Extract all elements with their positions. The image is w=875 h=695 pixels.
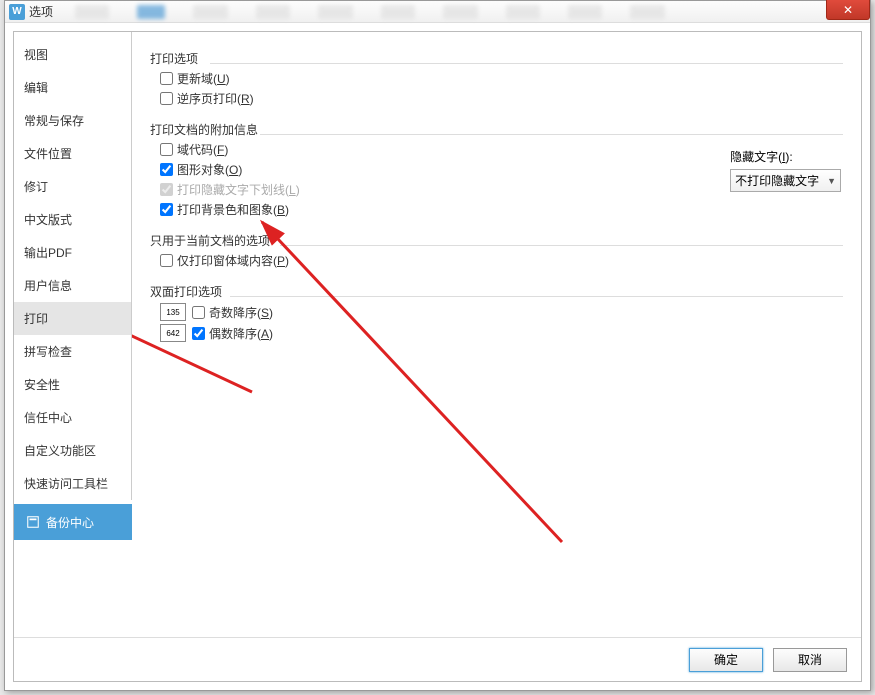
checkbox-label: 逆序页打印(R) [177, 90, 254, 107]
hidden-text-dropdown[interactable]: 不打印隐藏文字 ▼ [730, 169, 841, 192]
section-duplex-title: 双面打印选项 [150, 283, 843, 300]
sidebar-item-10[interactable]: 安全性 [14, 368, 131, 401]
checkbox[interactable] [160, 203, 173, 216]
section-print-options-title: 打印选项 [150, 50, 843, 67]
checkbox-label: 偶数降序(A) [209, 325, 273, 342]
checkbox-label: 域代码(F) [177, 141, 228, 158]
sidebar-item-13[interactable]: 快速访问工具栏 [14, 467, 131, 500]
hidden-text-group: 隐藏文字(I): 不打印隐藏文字 ▼ [730, 148, 841, 192]
backup-icon [26, 515, 40, 529]
sidebar-item-4[interactable]: 修订 [14, 170, 131, 203]
checkbox[interactable] [160, 254, 173, 267]
checkbox-label: 更新域(U) [177, 70, 230, 87]
window-title: 选项 [29, 3, 53, 20]
divider [280, 245, 843, 246]
settings-panel: 打印选项 更新域(U) 逆序页打印(R) 打印文档的附加信息 域代码(F) 图形对象… [132, 32, 861, 637]
content-area: 视图编辑常规与保存文件位置修订中文版式输出PDF用户信息打印拼写检查安全性信任中… [13, 31, 862, 682]
checkbox[interactable] [160, 163, 173, 176]
checkbox[interactable] [160, 72, 173, 85]
app-icon: W [9, 4, 25, 20]
chevron-down-icon: ▼ [827, 176, 836, 186]
section-duplex: 135 奇数降序(S) 642 偶数降序(A) [150, 303, 843, 342]
sidebar-item-12[interactable]: 自定义功能区 [14, 434, 131, 467]
backup-center-button[interactable]: 备份中心 [14, 504, 132, 540]
sidebar-wrap: 视图编辑常规与保存文件位置修订中文版式输出PDF用户信息打印拼写检查安全性信任中… [14, 32, 132, 637]
annotation-arrow-2 [232, 212, 632, 612]
option-row: 逆序页打印(R) [160, 90, 843, 107]
footer: 确定 取消 [14, 637, 861, 681]
cancel-button[interactable]: 取消 [773, 648, 847, 672]
close-button[interactable]: ✕ [826, 0, 870, 20]
backup-label: 备份中心 [46, 514, 94, 531]
checkbox[interactable] [192, 306, 205, 319]
divider [230, 296, 843, 297]
checkbox-label: 打印隐藏文字下划线(L) [177, 181, 300, 198]
sidebar: 视图编辑常规与保存文件位置修订中文版式输出PDF用户信息打印拼写检查安全性信任中… [14, 32, 132, 500]
option-row: 打印背景色和图象(B) [160, 201, 843, 218]
main-area: 视图编辑常规与保存文件位置修订中文版式输出PDF用户信息打印拼写检查安全性信任中… [14, 32, 861, 637]
checkbox-label: 仅打印窗体域内容(P) [177, 252, 289, 269]
options-dialog: W 选项 ✕ 视图编辑常规与保存文件位置修订中文版式输出PDF用户信息打印拼写检… [4, 0, 871, 691]
sidebar-item-6[interactable]: 输出PDF [14, 236, 131, 269]
checkbox[interactable] [160, 143, 173, 156]
divider [260, 134, 843, 135]
section-current-doc-title: 只用于当前文档的选项 [150, 232, 843, 249]
hidden-text-label: 隐藏文字(I): [730, 148, 841, 165]
close-icon: ✕ [843, 3, 853, 17]
sidebar-item-8[interactable]: 打印 [14, 302, 131, 335]
dropdown-value: 不打印隐藏文字 [735, 172, 819, 189]
sidebar-item-3[interactable]: 文件位置 [14, 137, 131, 170]
option-row: 642 偶数降序(A) [160, 324, 843, 342]
checkbox[interactable] [192, 327, 205, 340]
checkbox[interactable] [160, 92, 173, 105]
checkbox-label: 图形对象(O) [177, 161, 242, 178]
checkbox [160, 183, 173, 196]
checkbox-label: 打印背景色和图象(B) [177, 201, 289, 218]
option-row: 135 奇数降序(S) [160, 303, 843, 321]
section-print-options: 更新域(U) 逆序页打印(R) [150, 70, 843, 107]
sidebar-item-1[interactable]: 编辑 [14, 71, 131, 104]
option-row: 仅打印窗体域内容(P) [160, 252, 843, 269]
sidebar-item-7[interactable]: 用户信息 [14, 269, 131, 302]
background-ribbon [75, 3, 665, 21]
sidebar-item-0[interactable]: 视图 [14, 38, 131, 71]
divider [210, 63, 843, 64]
section-attach-title: 打印文档的附加信息 [150, 121, 843, 138]
sidebar-item-5[interactable]: 中文版式 [14, 203, 131, 236]
ok-button[interactable]: 确定 [689, 648, 763, 672]
duplex-icon: 135 [160, 303, 186, 321]
duplex-icon: 642 [160, 324, 186, 342]
option-row: 更新域(U) [160, 70, 843, 87]
sidebar-item-9[interactable]: 拼写检查 [14, 335, 131, 368]
sidebar-item-2[interactable]: 常规与保存 [14, 104, 131, 137]
sidebar-item-11[interactable]: 信任中心 [14, 401, 131, 434]
checkbox-label: 奇数降序(S) [209, 304, 273, 321]
section-current-doc: 仅打印窗体域内容(P) [150, 252, 843, 269]
titlebar: W 选项 ✕ [5, 1, 870, 23]
